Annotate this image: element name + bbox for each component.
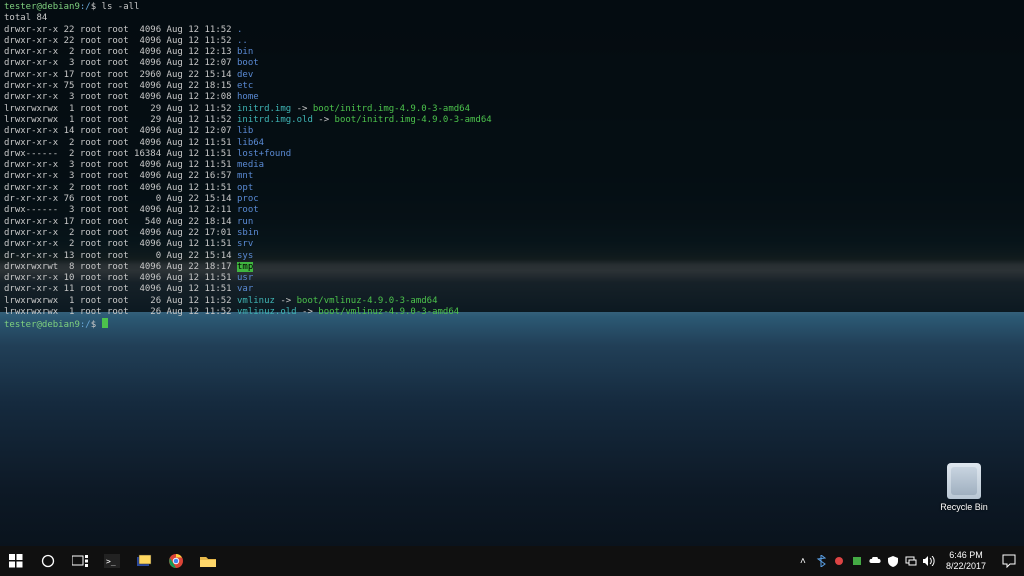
prompt-symbol: $: [91, 320, 96, 330]
cortana-icon: [41, 554, 55, 568]
tray-onedrive-icon[interactable]: [866, 546, 884, 576]
tray-bluetooth-icon[interactable]: [812, 546, 830, 576]
putty-icon: [136, 554, 152, 568]
windows-icon: [9, 554, 23, 568]
prompt-symbol: $: [91, 2, 96, 12]
svg-text:>_: >_: [106, 557, 116, 566]
start-button[interactable]: [0, 546, 32, 576]
taskbar-app-bash[interactable]: >_: [96, 546, 128, 576]
tray-security-icon[interactable]: [884, 546, 902, 576]
clock-date: 8/22/2017: [946, 561, 986, 572]
prompt-path: :/: [80, 2, 91, 12]
terminal-window[interactable]: tester@debian9:/$ ls -all total 84 drwxr…: [0, 0, 1024, 312]
task-view-button[interactable]: [64, 546, 96, 576]
recycle-bin-label: Recycle Bin: [934, 502, 994, 512]
recycle-bin-icon: [947, 463, 981, 499]
tray-network-icon[interactable]: [902, 546, 920, 576]
cursor: [102, 318, 108, 328]
tray-chevron[interactable]: ˄: [794, 546, 812, 576]
prompt-path: :/: [80, 320, 91, 330]
bash-icon: >_: [104, 554, 120, 568]
folder-icon: [200, 554, 216, 568]
prompt-user: tester@debian9: [4, 2, 80, 12]
ls-output: drwxr-xr-x 22 root root 4096 Aug 12 11:5…: [4, 25, 492, 317]
taskbar-clock[interactable]: 6:46 PM 8/22/2017: [938, 550, 994, 572]
tray-app-icon-green[interactable]: [848, 546, 866, 576]
system-tray: ˄ 6:46 PM 8/22/2017: [794, 546, 1024, 576]
recycle-bin[interactable]: Recycle Bin: [934, 463, 994, 512]
taskbar: >_ ˄ 6:46 PM 8/22/2017: [0, 546, 1024, 576]
total-line: total 84: [4, 13, 47, 23]
clock-time: 6:46 PM: [946, 550, 986, 561]
notification-icon: [1002, 554, 1016, 568]
task-view-icon: [72, 555, 88, 567]
taskbar-app-explorer[interactable]: [192, 546, 224, 576]
command-text: ls -all: [102, 2, 140, 12]
prompt-user: tester@debian9: [4, 320, 80, 330]
cortana-button[interactable]: [32, 546, 64, 576]
taskbar-app-putty[interactable]: [128, 546, 160, 576]
tray-volume-icon[interactable]: [920, 546, 938, 576]
action-center-button[interactable]: [994, 546, 1024, 576]
taskbar-app-chrome[interactable]: [160, 546, 192, 576]
chrome-icon: [168, 553, 184, 569]
tray-app-icon-red[interactable]: [830, 546, 848, 576]
